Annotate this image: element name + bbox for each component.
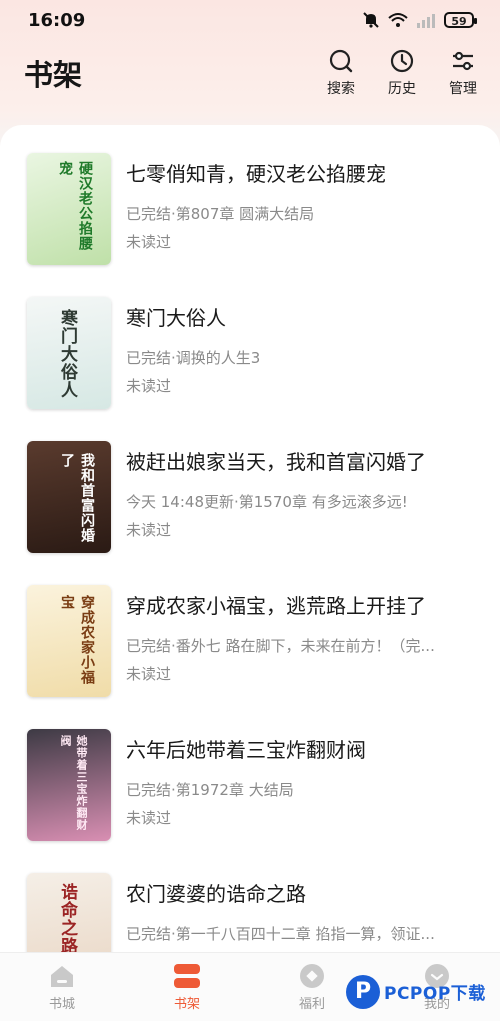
tab-bookshelf-label: 书架: [173, 997, 200, 1012]
manage-button-label: 管理: [449, 81, 477, 97]
tab-bookshelf[interactable]: 书架: [147, 953, 227, 1021]
book-progress: 未读过: [126, 809, 172, 827]
book-status: 已完结·第一千八百四十二章 掐指一算，领证...: [126, 925, 435, 943]
signal-icon: [417, 14, 435, 28]
book-title: 被赶出娘家当天，我和首富闪婚了: [126, 450, 426, 474]
search-button[interactable]: 搜索: [316, 48, 366, 98]
book-status: 已完结·第1972章 大结局: [126, 781, 294, 799]
book-cover[interactable]: 硬汉老公掐腰宠: [27, 153, 111, 265]
bookshelf-icon: [174, 964, 200, 988]
book-cover-title: 寒门大俗人: [57, 309, 77, 399]
status-icons: 59: [362, 10, 477, 30]
book-item[interactable]: 硬汉老公掐腰宠 七零俏知青，硬汉老公掐腰宠 已完结·第807章 圆满大结局 未读…: [0, 153, 500, 297]
book-cover[interactable]: 我和首富闪婚了: [27, 441, 111, 553]
book-progress: 未读过: [126, 233, 172, 251]
book-cover-title: 穿成农家小福宝: [59, 595, 95, 685]
book-cover[interactable]: 诰命之路: [27, 873, 111, 955]
tab-bookstore-label: 书城: [48, 997, 75, 1012]
book-cover[interactable]: 穿成农家小福宝: [27, 585, 111, 697]
history-clock-icon: [390, 49, 414, 73]
book-title: 六年后她带着三宝炸翻财阀: [126, 738, 366, 762]
book-cover-title: 她带着三宝炸翻财阀: [59, 735, 88, 831]
book-title: 七零俏知青，硬汉老公掐腰宠: [126, 162, 386, 186]
bookstore-icon: [51, 966, 73, 987]
book-item[interactable]: 诰命之路 农门婆婆的诰命之路 已完结·第一千八百四十二章 掐指一算，领证...: [0, 873, 500, 955]
book-title: 穿成农家小福宝，逃荒路上开挂了: [126, 594, 426, 618]
manage-sliders-icon: [453, 51, 473, 71]
watermark-logo-icon: P: [346, 975, 380, 1009]
bookshelf-list: 硬汉老公掐腰宠 七零俏知青，硬汉老公掐腰宠 已完结·第807章 圆满大结局 未读…: [0, 125, 500, 955]
book-cover[interactable]: 她带着三宝炸翻财阀: [27, 729, 111, 841]
book-item[interactable]: 我和首富闪婚了 被赶出娘家当天，我和首富闪婚了 今天 14:48更新·第1570…: [0, 441, 500, 585]
tab-welfare[interactable]: 福利: [272, 953, 352, 1021]
manage-button[interactable]: 管理: [438, 48, 488, 98]
status-bar: 16:09 59: [0, 0, 500, 40]
history-button[interactable]: 历史: [377, 48, 427, 98]
book-title: 农门婆婆的诰命之路: [126, 882, 306, 906]
watermark: P PCPOP下载: [346, 975, 500, 1017]
tab-bookstore[interactable]: 书城: [22, 953, 102, 1021]
book-status: 已完结·番外七 路在脚下，未来在前方！（完...: [126, 637, 435, 655]
book-title: 寒门大俗人: [126, 306, 226, 330]
page-title: 书架: [24, 58, 83, 92]
book-item[interactable]: 寒门大俗人 寒门大俗人 已完结·调换的人生3 未读过: [0, 297, 500, 441]
book-progress: 未读过: [126, 521, 172, 539]
book-cover-title: 硬汉老公掐腰宠: [57, 161, 93, 251]
book-status: 已完结·调换的人生3: [126, 349, 261, 367]
mute-bell-icon: [363, 12, 379, 28]
book-item[interactable]: 她带着三宝炸翻财阀 六年后她带着三宝炸翻财阀 已完结·第1972章 大结局 未读…: [0, 729, 500, 873]
book-item[interactable]: 穿成农家小福宝 穿成农家小福宝，逃荒路上开挂了 已完结·番外七 路在脚下，未来在…: [0, 585, 500, 729]
watermark-text: PCPOP下载: [384, 984, 486, 1004]
book-cover[interactable]: 寒门大俗人: [27, 297, 111, 409]
search-icon: [329, 49, 353, 73]
history-button-label: 历史: [388, 81, 416, 97]
tab-welfare-label: 福利: [298, 997, 325, 1012]
book-status: 今天 14:48更新·第1570章 有多远滚多远!: [126, 493, 408, 511]
welfare-icon: [300, 964, 324, 988]
book-progress: 未读过: [126, 377, 172, 395]
battery-indicator: 59: [444, 12, 477, 28]
wifi-icon: [388, 13, 408, 27]
book-status: 已完结·第807章 圆满大结局: [126, 205, 315, 223]
book-cover-title: 我和首富闪婚了: [59, 453, 95, 543]
status-time: 16:09: [28, 10, 86, 31]
header: 书架 搜索 历史 管理: [0, 40, 500, 110]
search-button-label: 搜索: [327, 81, 355, 97]
book-progress: 未读过: [126, 665, 172, 683]
book-cover-title: 诰命之路: [57, 883, 77, 955]
